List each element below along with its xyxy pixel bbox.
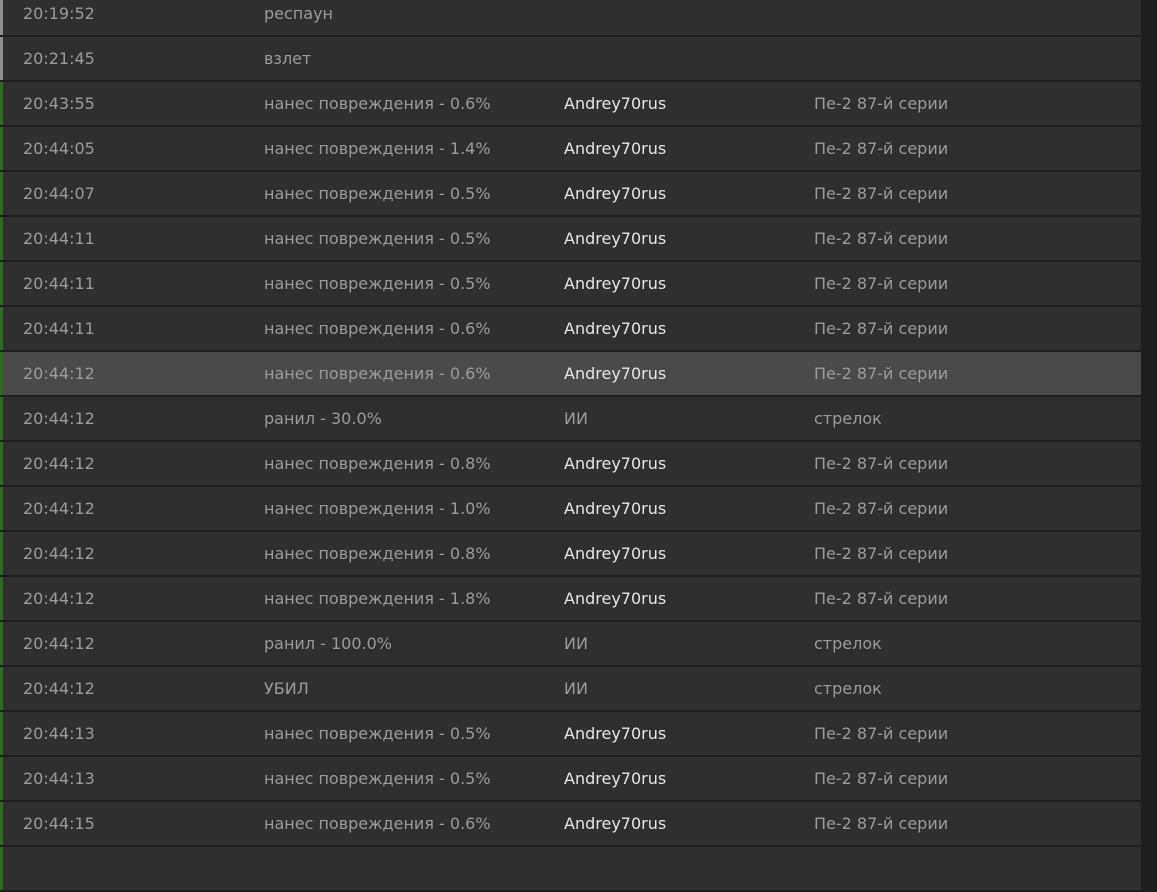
log-row[interactable]: 20:44:12 УБИЛ ИИ стрелок [0, 667, 1141, 710]
row-target: Пе-2 87-й серии [814, 319, 949, 338]
row-target: Пе-2 87-й серии [814, 454, 949, 473]
row-target: Пе-2 87-й серии [814, 589, 949, 608]
row-event: нанес повреждения - 1.4% [264, 139, 491, 158]
row-time: 20:44:13 [23, 724, 95, 743]
row-event: нанес повреждения - 0.5% [264, 769, 491, 788]
row-event: ранил - 30.0% [264, 409, 382, 428]
log-row[interactable] [0, 847, 1141, 890]
log-row[interactable]: 20:44:13 нанес повреждения - 0.5% Andrey70… [0, 757, 1141, 800]
row-time: 20:44:12 [23, 679, 95, 698]
row-event: нанес повреждения - 0.8% [264, 544, 491, 563]
row-player: ИИ [564, 679, 588, 698]
row-target: стрелок [814, 679, 882, 698]
row-time: 20:44:12 [23, 454, 95, 473]
row-time: 20:44:05 [23, 139, 95, 158]
row-time: 20:44:12 [23, 589, 95, 608]
row-event: нанес повреждения - 0.5% [264, 274, 491, 293]
log-row[interactable]: 20:44:12 ранил - 100.0% ИИ стрелок [0, 622, 1141, 665]
log-row[interactable]: 20:44:11 нанес повреждения - 0.5% Andrey70… [0, 262, 1141, 305]
log-row[interactable]: 20:44:12 нанес повреждения - 0.8% Andrey70… [0, 442, 1141, 485]
row-target: Пе-2 87-й серии [814, 94, 949, 113]
row-player: Andrey70rus [564, 544, 667, 563]
row-target: Пе-2 87-й серии [814, 814, 949, 833]
log-row[interactable]: 20:21:45 взлет [0, 37, 1141, 80]
row-target: Пе-2 87-й серии [814, 544, 949, 563]
log-row[interactable]: 20:44:15 нанес повреждения - 0.6% Andrey70… [0, 802, 1141, 845]
row-event: ранил - 100.0% [264, 634, 392, 653]
row-player: Andrey70rus [564, 454, 667, 473]
row-player: Andrey70rus [564, 769, 667, 788]
row-event: нанес повреждения - 1.8% [264, 589, 491, 608]
log-row[interactable]: 20:44:12 нанес повреждения - 0.8% Andrey70… [0, 532, 1141, 575]
row-target: стрелок [814, 409, 882, 428]
row-time: 20:44:12 [23, 634, 95, 653]
row-target: Пе-2 87-й серии [814, 274, 949, 293]
row-time: 20:44:11 [23, 319, 95, 338]
row-player: Andrey70rus [564, 364, 667, 383]
row-target: Пе-2 87-й серии [814, 769, 949, 788]
log-row[interactable]: 20:44:05 нанес повреждения - 1.4% Andrey70… [0, 127, 1141, 170]
row-event: нанес повреждения - 1.0% [264, 499, 491, 518]
row-time: 20:44:12 [23, 364, 95, 383]
row-player: Andrey70rus [564, 94, 667, 113]
row-player: Andrey70rus [564, 274, 667, 293]
row-event: нанес повреждения - 0.6% [264, 814, 491, 833]
row-event: нанес повреждения - 0.8% [264, 454, 491, 473]
row-player: Andrey70rus [564, 229, 667, 248]
row-target: Пе-2 87-й серии [814, 229, 949, 248]
row-event: нанес повреждения - 0.6% [264, 364, 491, 383]
row-player: Andrey70rus [564, 589, 667, 608]
row-target: Пе-2 87-й серии [814, 184, 949, 203]
row-player: Andrey70rus [564, 184, 667, 203]
row-player: Andrey70rus [564, 139, 667, 158]
log-row[interactable]: 20:43:55 нанес повреждения - 0.6% Andrey70… [0, 82, 1141, 125]
log-row[interactable]: 20:44:12 нанес повреждения - 0.6% Andrey70… [0, 352, 1141, 395]
row-time: 20:44:12 [23, 409, 95, 428]
log-row[interactable]: 20:44:13 нанес повреждения - 0.5% Andrey70… [0, 712, 1141, 755]
log-row[interactable]: 20:44:12 нанес повреждения - 1.8% Andrey70… [0, 577, 1141, 620]
row-player: Andrey70rus [564, 319, 667, 338]
row-event: нанес повреждения - 0.5% [264, 724, 491, 743]
event-log: 20:19:52 респаун 20:21:45 взлет 20:43:55 нане… [0, 0, 1141, 892]
row-time: 20:44:12 [23, 544, 95, 563]
row-target: Пе-2 87-й серии [814, 499, 949, 518]
row-time: 20:43:55 [23, 94, 95, 113]
row-event: нанес повреждения - 0.6% [264, 319, 491, 338]
row-time: 20:44:11 [23, 229, 95, 248]
row-player: Andrey70rus [564, 499, 667, 518]
row-player: Andrey70rus [564, 724, 667, 743]
row-target: стрелок [814, 634, 882, 653]
row-player: ИИ [564, 634, 588, 653]
row-time: 20:44:07 [23, 184, 95, 203]
row-time: 20:44:12 [23, 499, 95, 518]
row-event: нанес повреждения - 0.5% [264, 184, 491, 203]
log-row[interactable]: 20:19:52 респаун [0, 0, 1141, 35]
row-event: нанес повреждения - 0.6% [264, 94, 491, 113]
row-target: Пе-2 87-й серии [814, 139, 949, 158]
row-event: взлет [264, 49, 312, 68]
log-row[interactable]: 20:44:12 нанес повреждения - 1.0% Andrey70… [0, 487, 1141, 530]
row-time: 20:19:52 [23, 4, 95, 23]
row-time: 20:44:15 [23, 814, 95, 833]
row-time: 20:21:45 [23, 49, 95, 68]
row-event: респаун [264, 4, 333, 23]
row-target: Пе-2 87-й серии [814, 364, 949, 383]
log-row[interactable]: 20:44:11 нанес повреждения - 0.5% Andrey70… [0, 217, 1141, 260]
row-target: Пе-2 87-й серии [814, 724, 949, 743]
row-player: ИИ [564, 409, 588, 428]
row-player: Andrey70rus [564, 814, 667, 833]
row-time: 20:44:13 [23, 769, 95, 788]
row-event: нанес повреждения - 0.5% [264, 229, 491, 248]
row-event: УБИЛ [264, 679, 309, 698]
row-time: 20:44:11 [23, 274, 95, 293]
log-row[interactable]: 20:44:07 нанес повреждения - 0.5% Andrey70… [0, 172, 1141, 215]
log-row[interactable]: 20:44:11 нанес повреждения - 0.6% Andrey70… [0, 307, 1141, 350]
log-row[interactable]: 20:44:12 ранил - 30.0% ИИ стрелок [0, 397, 1141, 440]
